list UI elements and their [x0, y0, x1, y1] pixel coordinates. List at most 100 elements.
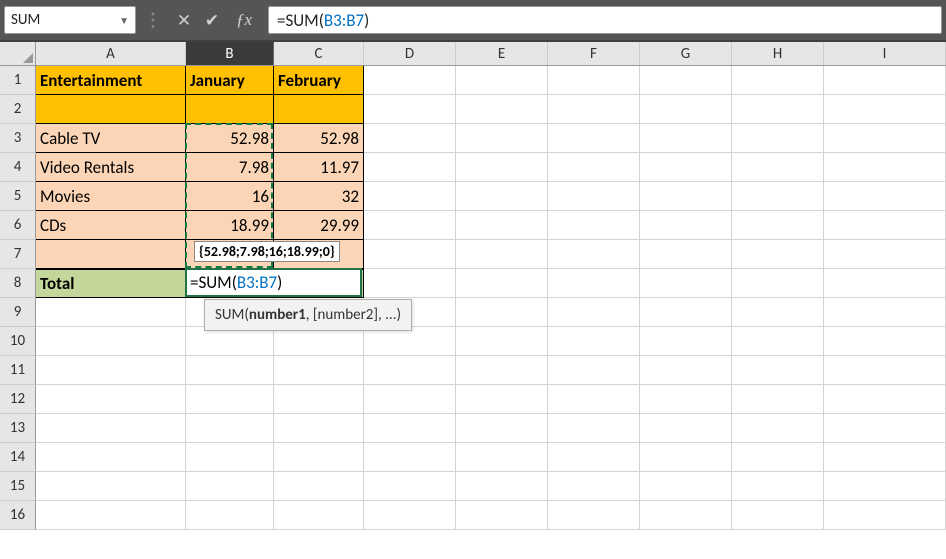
- cell-B14[interactable]: [186, 443, 274, 472]
- cell-B10[interactable]: [186, 327, 274, 356]
- cell-A6[interactable]: CDs: [36, 211, 186, 240]
- cell-F5[interactable]: [548, 182, 640, 211]
- cell-B2[interactable]: [186, 95, 274, 124]
- cell-F14[interactable]: [548, 443, 640, 472]
- cell-C1[interactable]: February: [274, 66, 364, 95]
- row-header-9[interactable]: 9: [0, 298, 36, 327]
- cell-E13[interactable]: [456, 414, 548, 443]
- cell-I10[interactable]: [824, 327, 946, 356]
- cell-F15[interactable]: [548, 472, 640, 501]
- cell-C13[interactable]: [274, 414, 364, 443]
- cell-D11[interactable]: [364, 356, 456, 385]
- cell-C6[interactable]: 29.99: [274, 211, 364, 240]
- cell-B13[interactable]: [186, 414, 274, 443]
- cell-B16[interactable]: [186, 501, 274, 530]
- cell-D10[interactable]: [364, 327, 456, 356]
- cell-D3[interactable]: [364, 124, 456, 153]
- editing-cell-overlay[interactable]: =SUM(B3:B7): [185, 268, 362, 297]
- cell-B4[interactable]: 7.98: [186, 153, 274, 182]
- cell-C10[interactable]: [274, 327, 364, 356]
- row-header-13[interactable]: 13: [0, 414, 36, 443]
- cell-D13[interactable]: [364, 414, 456, 443]
- cell-B11[interactable]: [186, 356, 274, 385]
- row-header-5[interactable]: 5: [0, 182, 36, 211]
- cell-G5[interactable]: [640, 182, 732, 211]
- cell-G6[interactable]: [640, 211, 732, 240]
- cell-B12[interactable]: [186, 385, 274, 414]
- cell-E4[interactable]: [456, 153, 548, 182]
- cell-A11[interactable]: [36, 356, 186, 385]
- cell-H4[interactable]: [732, 153, 824, 182]
- cell-G8[interactable]: [640, 269, 732, 298]
- cell-H5[interactable]: [732, 182, 824, 211]
- cell-H10[interactable]: [732, 327, 824, 356]
- cell-B6[interactable]: 18.99: [186, 211, 274, 240]
- row-header-10[interactable]: 10: [0, 327, 36, 356]
- cell-F16[interactable]: [548, 501, 640, 530]
- cell-A4[interactable]: Video Rentals: [36, 153, 186, 182]
- cell-H9[interactable]: [732, 298, 824, 327]
- cell-F1[interactable]: [548, 66, 640, 95]
- cell-E5[interactable]: [456, 182, 548, 211]
- cell-A3[interactable]: Cable TV: [36, 124, 186, 153]
- cell-G9[interactable]: [640, 298, 732, 327]
- cell-C16[interactable]: [274, 501, 364, 530]
- col-header-E[interactable]: E: [456, 42, 548, 65]
- col-header-D[interactable]: D: [364, 42, 456, 65]
- cell-A14[interactable]: [36, 443, 186, 472]
- cell-C4[interactable]: 11.97: [274, 153, 364, 182]
- cell-A2[interactable]: [36, 95, 186, 124]
- cell-F10[interactable]: [548, 327, 640, 356]
- cell-F6[interactable]: [548, 211, 640, 240]
- cell-A12[interactable]: [36, 385, 186, 414]
- cell-C14[interactable]: [274, 443, 364, 472]
- insert-function-button[interactable]: ƒx: [226, 10, 262, 30]
- cell-G10[interactable]: [640, 327, 732, 356]
- cell-E3[interactable]: [456, 124, 548, 153]
- row-header-6[interactable]: 6: [0, 211, 36, 240]
- cell-H3[interactable]: [732, 124, 824, 153]
- cell-C11[interactable]: [274, 356, 364, 385]
- row-header-12[interactable]: 12: [0, 385, 36, 414]
- cell-E2[interactable]: [456, 95, 548, 124]
- cell-I15[interactable]: [824, 472, 946, 501]
- cell-G3[interactable]: [640, 124, 732, 153]
- cancel-formula-button[interactable]: ✕: [170, 10, 198, 31]
- cell-E10[interactable]: [456, 327, 548, 356]
- col-header-B[interactable]: B: [186, 42, 274, 65]
- cell-D8[interactable]: [364, 269, 456, 298]
- col-header-I[interactable]: I: [824, 42, 946, 65]
- cell-H7[interactable]: [732, 240, 824, 269]
- cell-G2[interactable]: [640, 95, 732, 124]
- cell-F4[interactable]: [548, 153, 640, 182]
- row-header-4[interactable]: 4: [0, 153, 36, 182]
- cell-F3[interactable]: [548, 124, 640, 153]
- col-header-F[interactable]: F: [548, 42, 640, 65]
- cell-G12[interactable]: [640, 385, 732, 414]
- cell-I16[interactable]: [824, 501, 946, 530]
- cell-F8[interactable]: [548, 269, 640, 298]
- cell-H1[interactable]: [732, 66, 824, 95]
- cell-D6[interactable]: [364, 211, 456, 240]
- cell-G7[interactable]: [640, 240, 732, 269]
- cell-A5[interactable]: Movies: [36, 182, 186, 211]
- cell-H8[interactable]: [732, 269, 824, 298]
- cell-G16[interactable]: [640, 501, 732, 530]
- cell-G11[interactable]: [640, 356, 732, 385]
- row-header-2[interactable]: 2: [0, 95, 36, 124]
- row-header-8[interactable]: 8: [0, 269, 36, 298]
- cell-C2[interactable]: [274, 95, 364, 124]
- cell-D12[interactable]: [364, 385, 456, 414]
- cell-I7[interactable]: [824, 240, 946, 269]
- cell-G13[interactable]: [640, 414, 732, 443]
- cell-D1[interactable]: [364, 66, 456, 95]
- row-header-7[interactable]: 7: [0, 240, 36, 269]
- cell-B15[interactable]: [186, 472, 274, 501]
- row-header-11[interactable]: 11: [0, 356, 36, 385]
- cell-H6[interactable]: [732, 211, 824, 240]
- cell-C12[interactable]: [274, 385, 364, 414]
- cell-D7[interactable]: [364, 240, 456, 269]
- cell-E1[interactable]: [456, 66, 548, 95]
- cell-H15[interactable]: [732, 472, 824, 501]
- cell-E9[interactable]: [456, 298, 548, 327]
